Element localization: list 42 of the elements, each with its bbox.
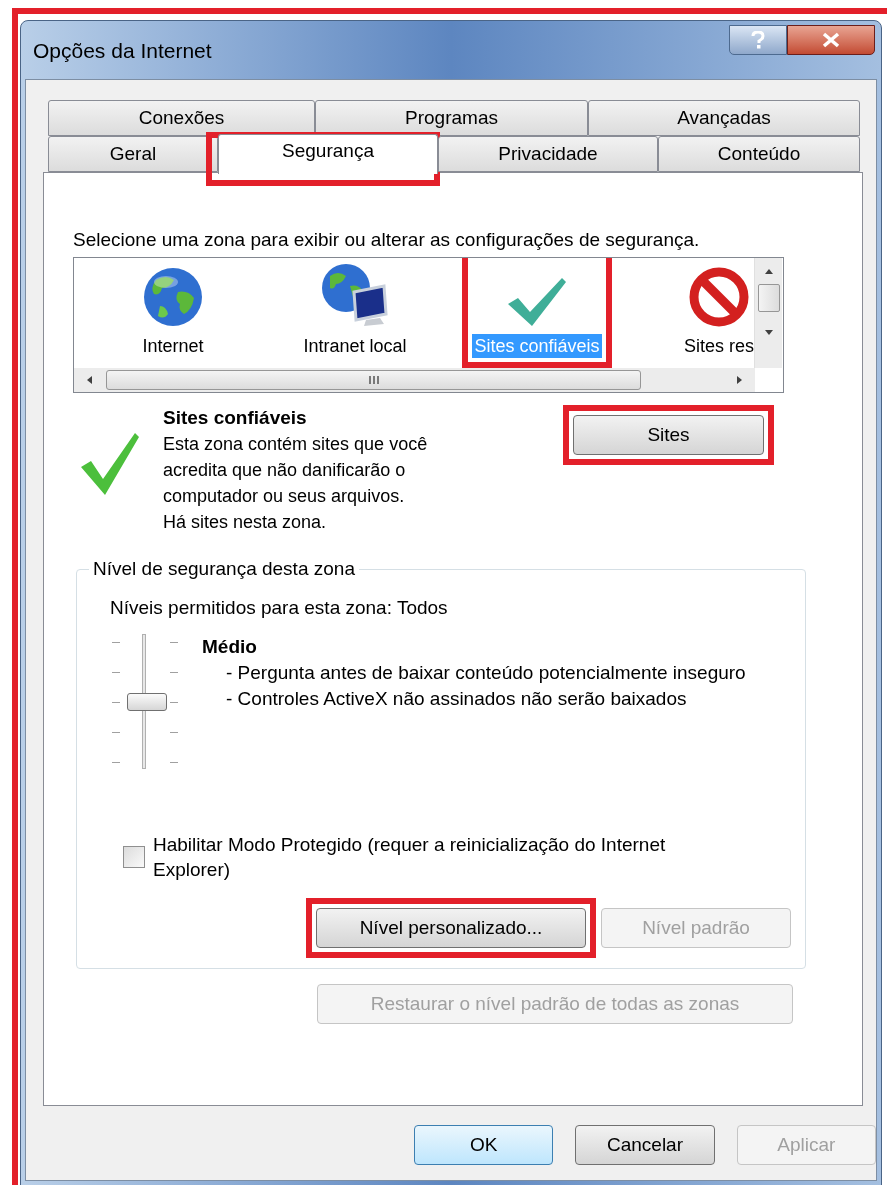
close-icon: [822, 32, 840, 48]
globe-computer-icon: [320, 262, 390, 328]
zone-item[interactable]: Sites res: [682, 334, 754, 358]
zone-title: Sites confiáveis: [163, 406, 308, 430]
tab[interactable]: Programas: [315, 100, 588, 136]
zone-description: Esta zona contém sites que você: [163, 433, 429, 456]
prohibited-icon: [688, 266, 750, 328]
tab[interactable]: Conteúdo: [658, 136, 860, 172]
zone-description: Há sites nesta zona.: [163, 511, 328, 534]
level-name: Médio: [202, 635, 258, 659]
sites-button[interactable]: Sites: [573, 415, 764, 455]
help-button[interactable]: [729, 25, 787, 55]
globe-icon: [142, 266, 204, 328]
tab[interactable]: Geral: [48, 136, 218, 172]
dialog-button[interactable]: OK: [414, 1125, 554, 1165]
custom-level-button[interactable]: Nível personalizado...: [316, 908, 586, 948]
level-description: - Controles ActiveX não assinados não serão baixados: [226, 687, 688, 711]
level-description: - Pergunta antes de baixar conteúdo potencialmente inseguro: [226, 661, 747, 685]
zone-description: acredita que não danificarão o: [163, 459, 407, 482]
vertical-scrollbar[interactable]: [754, 258, 782, 368]
scroll-thumb[interactable]: [106, 370, 641, 390]
checkbox-label: Habilitar Modo Protegido (requer a reinicialização do Internet Explorer): [153, 833, 667, 882]
checkbox[interactable]: [123, 846, 145, 868]
tab[interactable]: Conexões: [48, 100, 315, 136]
zone-prompt: Selecione uma zona para exibir ou alterar as configurações de segurança.: [73, 229, 701, 251]
zone-description: computador ou seus arquivos.: [163, 485, 406, 508]
horizontal-scrollbar[interactable]: [74, 368, 755, 392]
close-button[interactable]: [787, 25, 875, 55]
check-icon: [506, 276, 568, 328]
zone-item[interactable]: Internet: [140, 334, 206, 358]
help-icon: [751, 31, 765, 49]
tab[interactable]: Privacidade: [438, 136, 658, 172]
zone-item[interactable]: Intranet local: [301, 334, 409, 358]
scroll-thumb[interactable]: [757, 284, 780, 312]
tab[interactable]: Avançadas: [588, 100, 860, 136]
check-icon: [79, 431, 141, 497]
slider-thumb[interactable]: [127, 693, 167, 711]
grip-icon: [368, 375, 379, 385]
dialog-button[interactable]: Cancelar: [575, 1125, 715, 1165]
allowed-levels: Níveis permitidos para esta zona: Todos: [110, 596, 449, 620]
tab[interactable]: Segurança: [218, 134, 438, 174]
window-title: Opções da Internet: [32, 38, 212, 64]
